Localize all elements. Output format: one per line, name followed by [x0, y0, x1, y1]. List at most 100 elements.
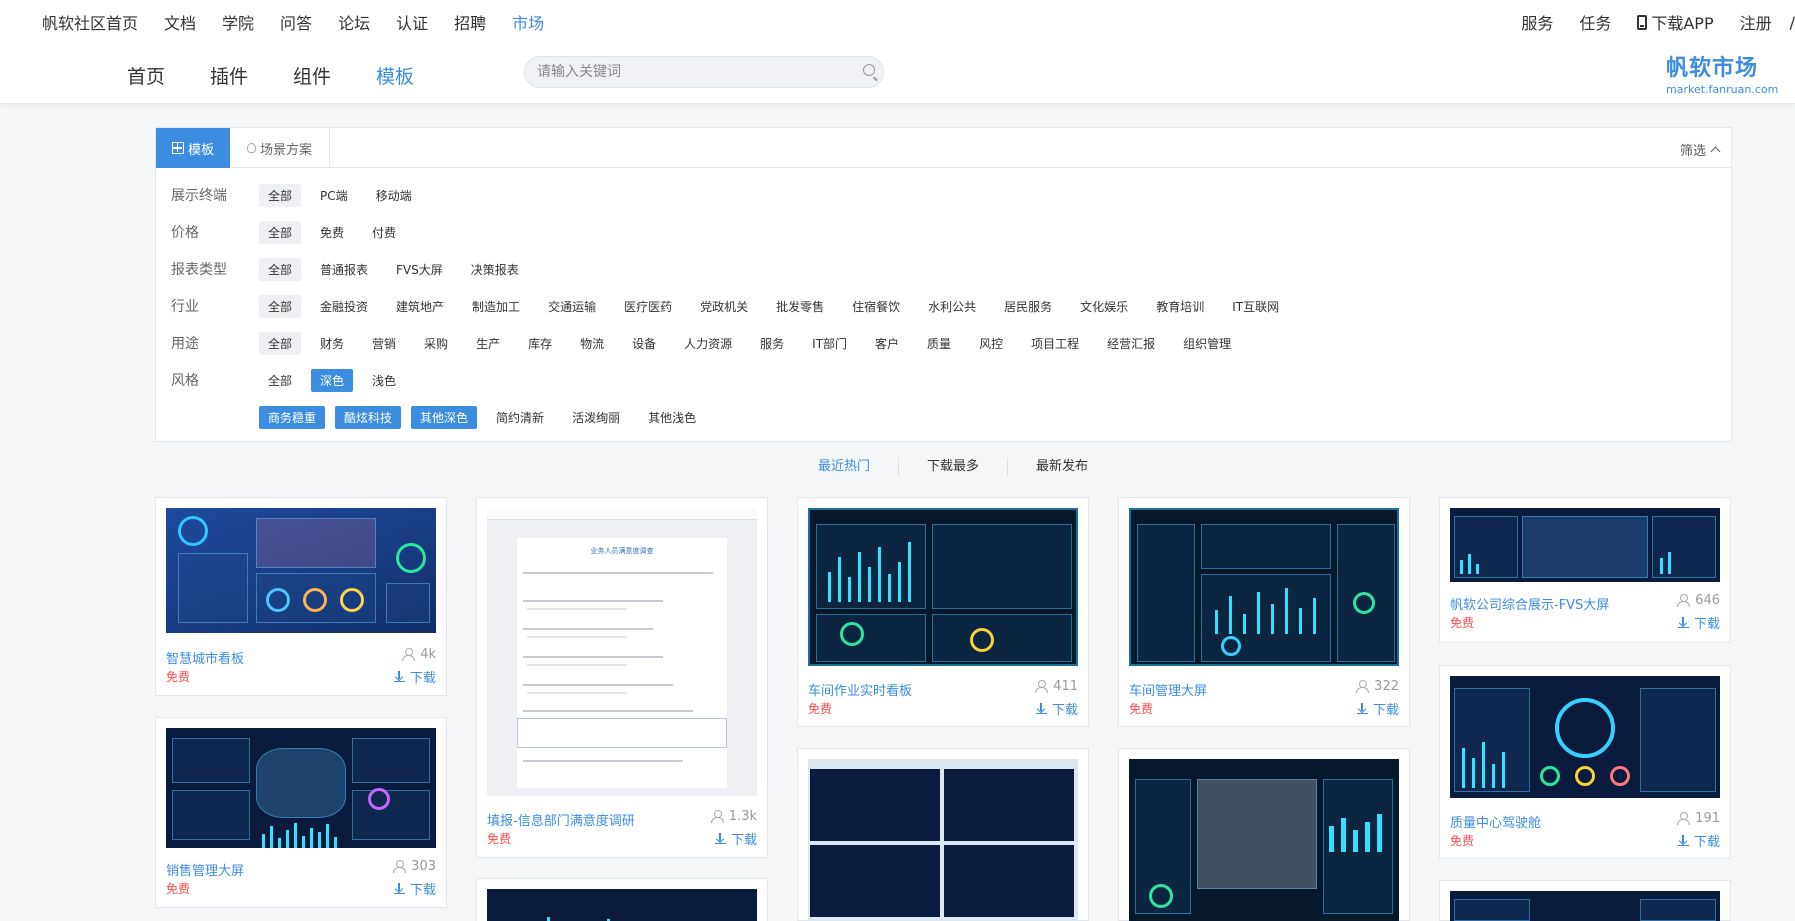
download-button[interactable]: 下载	[714, 829, 757, 848]
market-nav-templates[interactable]: 模板	[376, 62, 414, 89]
search-icon[interactable]	[863, 64, 875, 76]
template-card[interactable]: 销售管理大屏 免费 303 下载	[155, 717, 447, 908]
search-input[interactable]	[537, 57, 847, 87]
filter-option[interactable]: 决策报表	[462, 258, 528, 281]
filter-option[interactable]: 住宿餐饮	[843, 295, 909, 318]
top-nav-certification[interactable]: 认证	[396, 10, 428, 34]
template-thumbnail[interactable]	[1450, 508, 1720, 582]
filter-option[interactable]: 金融投资	[311, 295, 377, 318]
task-link[interactable]: 任务	[1579, 10, 1611, 34]
template-title[interactable]: 帆软公司综合展示-FVS大屏	[1450, 594, 1609, 613]
filter-option[interactable]: 全部	[259, 257, 302, 281]
filter-option[interactable]: 风控	[970, 332, 1012, 355]
filter-option[interactable]: 免费	[311, 221, 353, 244]
tab-templates[interactable]: 模板	[156, 128, 230, 168]
template-card[interactable]	[797, 748, 1089, 921]
filter-option[interactable]: 组织管理	[1174, 332, 1240, 355]
template-thumbnail[interactable]	[487, 889, 757, 921]
filter-option[interactable]: 服务	[751, 332, 793, 355]
filter-option[interactable]: 全部	[259, 183, 302, 207]
style-sub-option[interactable]: 其他浅色	[639, 406, 705, 429]
download-button[interactable]: 下载	[1035, 699, 1078, 718]
template-thumbnail[interactable]	[1129, 508, 1399, 666]
service-link[interactable]: 服务	[1521, 10, 1553, 34]
template-thumbnail[interactable]	[808, 759, 1078, 921]
filter-option[interactable]: 交通运输	[539, 295, 605, 318]
template-thumbnail[interactable]	[808, 508, 1078, 666]
template-title[interactable]: 车间管理大屏	[1129, 680, 1207, 699]
template-card[interactable]	[1439, 880, 1731, 921]
top-nav-academy[interactable]: 学院	[222, 10, 254, 34]
template-thumbnail[interactable]	[166, 508, 436, 633]
template-title[interactable]: 车间作业实时看板	[808, 680, 912, 699]
top-nav-jobs[interactable]: 招聘	[454, 10, 486, 34]
filter-option[interactable]: 质量	[918, 332, 960, 355]
filter-option[interactable]: 教育培训	[1147, 295, 1213, 318]
template-card[interactable]: 智慧城市看板 免费 4k 下载	[155, 497, 447, 696]
template-thumbnail[interactable]	[1129, 759, 1399, 921]
filter-option[interactable]: 项目工程	[1022, 332, 1088, 355]
sort-most-downloaded[interactable]: 下载最多	[898, 458, 1007, 476]
template-card[interactable]: 业务人员满意度调查 填报-信息部门满意度调研 免费 1.3k 下载	[476, 497, 768, 858]
style-sub-option[interactable]: 活泼绚丽	[563, 406, 629, 429]
filter-option[interactable]: 生产	[467, 332, 509, 355]
filter-option[interactable]: 建筑地产	[387, 295, 453, 318]
brand-logo[interactable]: 帆软市场 market.fanruan.com	[1666, 50, 1778, 96]
template-title[interactable]: 智慧城市看板	[166, 648, 244, 667]
filter-option[interactable]: 普通报表	[311, 258, 377, 281]
filter-option[interactable]: 批发零售	[767, 295, 833, 318]
filter-collapse-toggle[interactable]: 筛选	[1680, 140, 1721, 159]
template-card[interactable]: 帆软公司综合展示-FVS大屏 免费 646 下载	[1439, 497, 1731, 643]
filter-option[interactable]: 人力资源	[675, 332, 741, 355]
sort-hot[interactable]: 最近热门	[790, 458, 898, 476]
filter-option[interactable]: 设备	[623, 332, 665, 355]
filter-option[interactable]: 全部	[259, 331, 302, 355]
filter-option[interactable]: 营销	[363, 332, 405, 355]
filter-option[interactable]: IT互联网	[1223, 295, 1288, 318]
filter-option[interactable]: 财务	[311, 332, 353, 355]
template-card[interactable]	[476, 878, 768, 921]
download-button[interactable]: 下载	[1356, 699, 1399, 718]
filter-option[interactable]: 经营汇报	[1098, 332, 1164, 355]
template-title[interactable]: 质量中心驾驶舱	[1450, 812, 1541, 831]
template-thumbnail[interactable]: 业务人员满意度调查	[487, 508, 757, 796]
filter-option[interactable]: 医疗医药	[615, 295, 681, 318]
download-button[interactable]: 下载	[393, 879, 436, 898]
template-card[interactable]: 车间管理大屏 免费 322 下载	[1118, 497, 1410, 727]
download-button[interactable]: 下载	[1677, 831, 1720, 850]
market-nav-components[interactable]: 组件	[293, 62, 331, 89]
market-nav-plugins[interactable]: 插件	[210, 62, 248, 89]
top-nav-docs[interactable]: 文档	[164, 10, 196, 34]
filter-option[interactable]: 党政机关	[691, 295, 757, 318]
top-nav-qa[interactable]: 问答	[280, 10, 312, 34]
style-sub-option[interactable]: 酷炫科技	[335, 405, 402, 429]
filter-option[interactable]: 浅色	[363, 369, 405, 392]
filter-option[interactable]: 付费	[363, 221, 405, 244]
filter-option[interactable]: 全部	[259, 369, 301, 392]
filter-option[interactable]: IT部门	[803, 332, 856, 355]
template-card[interactable]	[1118, 748, 1410, 921]
tab-scenarios[interactable]: 场景方案	[230, 128, 330, 168]
filter-option[interactable]: 深色	[311, 368, 354, 392]
template-title[interactable]: 填报-信息部门满意度调研	[487, 810, 635, 829]
top-nav-market[interactable]: 市场	[512, 10, 544, 34]
template-title[interactable]: 销售管理大屏	[166, 860, 244, 879]
filter-option[interactable]: 水利公共	[919, 295, 985, 318]
template-thumbnail[interactable]	[1450, 891, 1720, 921]
template-card[interactable]: 质量中心驾驶舱 免费 191 下载	[1439, 665, 1731, 859]
filter-option[interactable]: 居民服务	[995, 295, 1061, 318]
sort-newest[interactable]: 最新发布	[1007, 458, 1116, 476]
template-thumbnail[interactable]	[1450, 676, 1720, 798]
style-sub-option[interactable]: 其他深色	[411, 405, 478, 429]
top-nav-home[interactable]: 帆软社区首页	[42, 10, 138, 34]
market-nav-home[interactable]: 首页	[127, 62, 165, 89]
filter-option[interactable]: FVS大屏	[387, 258, 452, 281]
filter-option[interactable]: 全部	[259, 294, 302, 318]
filter-option[interactable]: 文化娱乐	[1071, 295, 1137, 318]
style-sub-option[interactable]: 商务稳重	[259, 405, 326, 429]
filter-option[interactable]: PC端	[311, 184, 357, 207]
filter-option[interactable]: 移动端	[367, 184, 421, 207]
register-link[interactable]: 注册	[1740, 10, 1772, 34]
filter-option[interactable]: 制造加工	[463, 295, 529, 318]
filter-option[interactable]: 全部	[259, 220, 302, 244]
